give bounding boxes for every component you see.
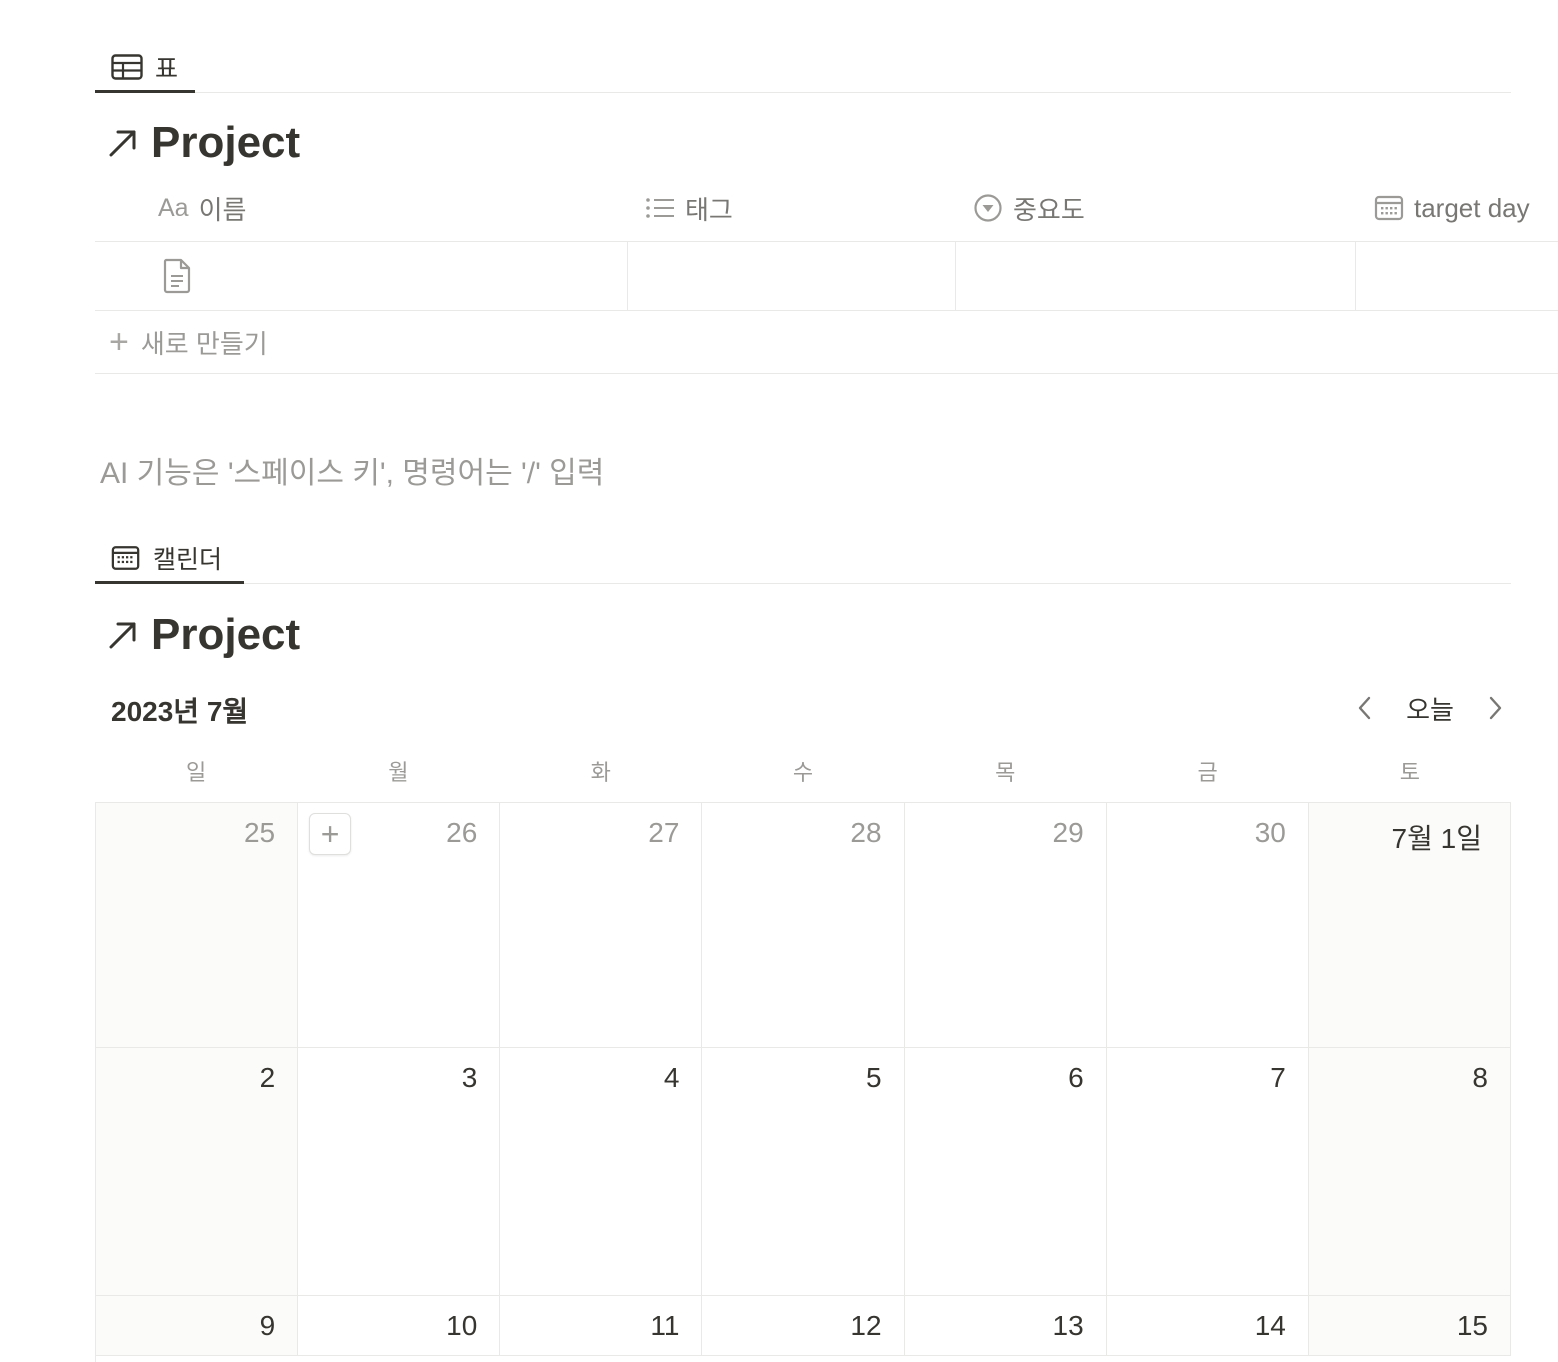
- weekday-sat: 토: [1399, 760, 1420, 785]
- calendar-navigation: 오늘: [1350, 688, 1510, 728]
- calendar-day[interactable]: 30: [1106, 803, 1309, 1048]
- day-number: 12: [850, 1310, 882, 1341]
- day-number: 26: [446, 817, 478, 848]
- column-header-tags-label: 태그: [685, 194, 733, 225]
- weekday-sun: 일: [186, 760, 207, 785]
- day-number: 9: [259, 1310, 276, 1341]
- page-icon: [163, 258, 191, 294]
- table-db-title-text: Project: [151, 118, 301, 167]
- table-header: Aa 이름 태그 중요도 target day: [95, 175, 1558, 242]
- tab-table[interactable]: 표: [95, 43, 195, 93]
- calendar-day[interactable]: 15: [1308, 1296, 1511, 1356]
- day-number: 5: [865, 1062, 882, 1093]
- table-icon: [111, 53, 143, 80]
- chevron-right-icon[interactable]: [1480, 693, 1510, 723]
- table-view-tabbar: 표: [95, 0, 1511, 93]
- day-number: 2: [259, 1062, 276, 1093]
- calendar-week: 2 3 4 5 6 7 8: [96, 1048, 1511, 1296]
- column-header-target-day-label: target day: [1414, 192, 1530, 223]
- column-header-tags[interactable]: 태그: [645, 175, 733, 241]
- calendar-view-tabbar: 캘린더: [95, 491, 1511, 584]
- day-number: 14: [1254, 1310, 1286, 1341]
- tab-table-label: 표: [155, 54, 179, 83]
- calendar-day[interactable]: 4: [500, 1048, 703, 1296]
- cell-divider: [627, 242, 628, 310]
- tab-calendar-label: 캘린더: [153, 545, 223, 574]
- table-db-title[interactable]: Project: [107, 118, 300, 168]
- calendar-day[interactable]: 7월 1일: [1308, 803, 1511, 1048]
- column-header-priority[interactable]: 중요도: [973, 175, 1085, 241]
- calendar-week: 25 + 26 27 28 29 30 7월 1일: [96, 803, 1511, 1048]
- add-event-button[interactable]: +: [309, 813, 352, 855]
- calendar-db-title-text: Project: [151, 610, 301, 659]
- day-number: 29: [1052, 817, 1084, 848]
- calendar-day[interactable]: 8: [1308, 1048, 1511, 1296]
- arrow-up-right-icon: [109, 130, 136, 157]
- weekday-thu: 목: [995, 760, 1016, 785]
- day-number: 3: [461, 1062, 478, 1093]
- calendar-day[interactable]: 7: [1106, 1048, 1309, 1296]
- table-row[interactable]: [95, 242, 1558, 311]
- weekday-fri: 금: [1197, 760, 1218, 785]
- calendar-day[interactable]: 28: [702, 803, 905, 1048]
- calendar-day[interactable]: 3: [298, 1048, 501, 1296]
- day-number: 30: [1254, 817, 1286, 848]
- day-number: 6: [1068, 1062, 1084, 1093]
- cell-divider: [1355, 242, 1356, 310]
- text-type-icon: Aa: [158, 193, 189, 222]
- column-header-name-label: 이름: [198, 194, 247, 225]
- column-header-target-day[interactable]: target day: [1374, 175, 1530, 241]
- arrow-up-right-icon: [109, 622, 136, 649]
- calendar-day[interactable]: 11: [500, 1296, 703, 1356]
- calendar-day[interactable]: 9: [96, 1296, 299, 1356]
- calendar-day[interactable]: 25: [96, 803, 299, 1048]
- cell-divider: [955, 242, 956, 310]
- column-header-name[interactable]: Aa 이름: [158, 175, 246, 241]
- calendar-week: 9 10 11 12 13 14 15: [96, 1296, 1511, 1356]
- day-number: 25: [243, 817, 276, 848]
- day-number: 27: [648, 817, 680, 848]
- tab-calendar[interactable]: 캘린더: [95, 534, 244, 584]
- weekday-wed: 수: [792, 760, 814, 785]
- day-number: 7월 1일: [1391, 823, 1482, 854]
- today-button[interactable]: 오늘: [1406, 690, 1454, 727]
- weekday-header: 일 월 화 수 목 금 토: [95, 755, 1511, 789]
- calendar-day[interactable]: 10: [298, 1296, 501, 1356]
- calendar-day[interactable]: 12: [702, 1296, 905, 1356]
- day-number: 28: [850, 817, 882, 848]
- chevron-left-icon[interactable]: [1350, 693, 1380, 723]
- calendar-day[interactable]: 14: [1106, 1296, 1309, 1356]
- calendar-day[interactable]: + 26: [298, 803, 501, 1048]
- calendar-day[interactable]: 13: [904, 1296, 1107, 1356]
- day-number: 10: [446, 1310, 478, 1341]
- calendar-icon: [111, 545, 140, 570]
- calendar-grid: 25 + 26 27 28 29 30 7월 1일 2 3 4 5 6 7 8 …: [95, 802, 1511, 1362]
- calendar-day[interactable]: 6: [904, 1048, 1107, 1296]
- plus-icon: +: [109, 323, 129, 361]
- list-icon: [646, 198, 674, 218]
- day-number: 4: [663, 1062, 680, 1093]
- calendar-day[interactable]: 29: [904, 803, 1107, 1048]
- weekday-tue: 화: [590, 760, 611, 785]
- calendar-db-title[interactable]: Project: [107, 610, 300, 660]
- plus-icon: +: [320, 815, 340, 852]
- calendar-day[interactable]: 27: [500, 803, 703, 1048]
- column-header-priority-label: 중요도: [1013, 194, 1085, 225]
- day-number: 7: [1270, 1062, 1286, 1093]
- day-number: 8: [1472, 1062, 1488, 1093]
- new-row-label: 새로 만들기: [140, 328, 268, 359]
- calendar-day[interactable]: 2: [96, 1048, 299, 1296]
- weekday-mon: 월: [388, 760, 409, 785]
- editor-placeholder[interactable]: AI 기능은 '스페이스 키', 명령어는 '/' 입력: [100, 448, 604, 492]
- calendar-day[interactable]: 5: [702, 1048, 905, 1296]
- select-icon: [974, 194, 1002, 222]
- day-number: 13: [1052, 1310, 1084, 1341]
- calendar-icon: [1374, 195, 1404, 221]
- day-number: 15: [1456, 1310, 1488, 1341]
- new-row-button[interactable]: + 새로 만들기: [95, 311, 1558, 374]
- calendar-month-label: 2023년 7월: [111, 696, 249, 727]
- day-number: 11: [650, 1310, 680, 1341]
